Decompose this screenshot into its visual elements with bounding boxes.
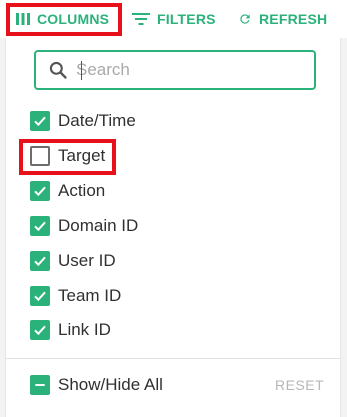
columns-button[interactable]: COLUMNS: [8, 0, 123, 38]
column-label: Team ID: [58, 286, 122, 305]
column-search-input[interactable]: [76, 60, 296, 80]
grid-toolbar: COLUMNS FILTERS REFRESH: [0, 0, 347, 38]
column-item-team-id[interactable]: Team ID: [30, 284, 121, 308]
columns-dropdown-panel: Date/Time Target Action Domain ID User I…: [5, 38, 341, 417]
columns-button-label: COLUMNS: [37, 11, 110, 27]
column-label: Target: [58, 146, 106, 165]
column-item-user-id[interactable]: User ID: [30, 249, 116, 273]
column-label: Link ID: [58, 320, 111, 339]
checkbox-unchecked-icon[interactable]: [30, 146, 50, 166]
filters-button-label: FILTERS: [157, 11, 216, 27]
columns-panel-screen: COLUMNS FILTERS REFRESH Search Date/Time…: [0, 0, 347, 417]
checkbox-indeterminate-icon[interactable]: [30, 375, 50, 395]
refresh-button[interactable]: REFRESH: [238, 0, 327, 38]
column-item-action[interactable]: Action: [30, 179, 105, 203]
checkbox-checked-icon[interactable]: [30, 181, 50, 201]
refresh-icon: [238, 12, 252, 26]
filter-lines-icon: [132, 12, 150, 26]
column-label: Domain ID: [58, 216, 139, 235]
column-label: Date/Time: [58, 111, 136, 130]
column-item-link-id[interactable]: Link ID: [30, 318, 111, 342]
column-item-date-time[interactable]: Date/Time: [30, 109, 136, 133]
column-label: Action: [58, 181, 106, 200]
checkbox-checked-icon[interactable]: [30, 216, 50, 236]
checkbox-checked-icon[interactable]: [30, 111, 50, 131]
checkbox-checked-icon[interactable]: [30, 251, 50, 271]
checkbox-checked-icon[interactable]: [30, 320, 50, 340]
panel-divider: [6, 358, 340, 359]
column-item-target[interactable]: Target: [30, 144, 105, 168]
column-search-box[interactable]: [34, 50, 316, 90]
refresh-button-label: REFRESH: [259, 11, 328, 27]
reset-button[interactable]: RESET: [275, 377, 324, 393]
checkbox-checked-icon[interactable]: [30, 286, 50, 306]
show-hide-all-label: Show/Hide All: [58, 375, 163, 394]
search-icon: [48, 60, 68, 80]
column-item-domain-id[interactable]: Domain ID: [30, 214, 138, 238]
text-caret: [81, 61, 82, 80]
columns-icon: [16, 13, 30, 25]
column-label: User ID: [58, 251, 116, 270]
filters-button[interactable]: FILTERS: [132, 0, 216, 38]
show-hide-all-toggle[interactable]: Show/Hide All: [30, 373, 163, 397]
